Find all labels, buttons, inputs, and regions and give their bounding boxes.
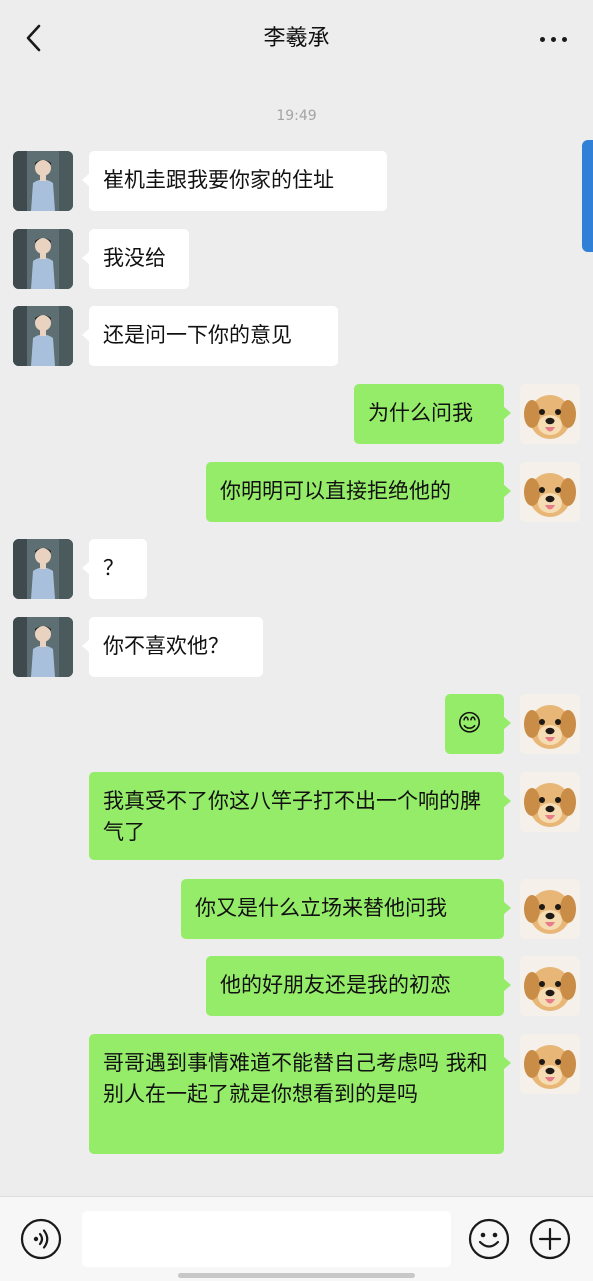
message-bubble-incoming[interactable]: 我没给 xyxy=(82,229,189,289)
dog-avatar-icon xyxy=(520,384,580,444)
message-bubble-outgoing[interactable]: 为什么问我 xyxy=(354,384,511,444)
voice-icon xyxy=(20,1218,62,1260)
my-avatar[interactable] xyxy=(520,956,580,1016)
my-avatar[interactable] xyxy=(520,462,580,522)
my-avatar[interactable] xyxy=(520,772,580,832)
top-navigation-bar: 李羲承 xyxy=(0,0,593,78)
message-timestamp: 19:49 xyxy=(276,108,317,124)
dog-avatar-icon xyxy=(520,772,580,832)
contact-avatar[interactable] xyxy=(13,229,73,289)
dog-avatar-icon xyxy=(520,1034,580,1094)
more-dot xyxy=(550,36,556,42)
contact-avatar[interactable] xyxy=(13,306,73,366)
dog-avatar-icon xyxy=(520,462,580,522)
chat-title: 李羲承 xyxy=(263,26,330,51)
my-avatar[interactable] xyxy=(520,694,580,754)
person-avatar-icon xyxy=(13,151,73,211)
voice-button[interactable] xyxy=(20,1218,62,1260)
dog-avatar-icon xyxy=(520,956,580,1016)
dog-avatar-icon xyxy=(520,694,580,754)
message-bubble-incoming[interactable]: ？ xyxy=(82,539,147,599)
message-bubble-outgoing[interactable]: 我真受不了你这八竿子打不出一个响的脾气了 xyxy=(89,772,511,860)
more-functions-button[interactable] xyxy=(529,1218,571,1260)
chat-input-bar xyxy=(0,1196,593,1281)
message-input[interactable] xyxy=(82,1211,451,1267)
floating-side-tab[interactable] xyxy=(582,140,593,252)
person-avatar-icon xyxy=(13,229,73,289)
message-bubble-outgoing[interactable]: 你又是什么立场来替他问我 xyxy=(181,879,511,939)
contact-avatar[interactable] xyxy=(13,539,73,599)
message-bubble-outgoing[interactable]: 他的好朋友还是我的初恋 xyxy=(206,956,511,1016)
person-avatar-icon xyxy=(13,617,73,677)
my-avatar[interactable] xyxy=(520,879,580,939)
message-bubble-incoming[interactable]: 还是问一下你的意见 xyxy=(82,306,338,366)
person-avatar-icon xyxy=(13,306,73,366)
home-indicator[interactable] xyxy=(178,1273,415,1278)
contact-avatar[interactable] xyxy=(13,151,73,211)
dog-avatar-icon xyxy=(520,879,580,939)
person-avatar-icon xyxy=(13,539,73,599)
contact-avatar[interactable] xyxy=(13,617,73,677)
emoji-button[interactable] xyxy=(468,1218,510,1260)
more-options-button[interactable] xyxy=(535,24,571,54)
my-avatar[interactable] xyxy=(520,384,580,444)
message-bubble-incoming[interactable]: 你不喜欢他？ xyxy=(82,617,263,677)
more-dot xyxy=(561,36,567,42)
my-avatar[interactable] xyxy=(520,1034,580,1094)
message-bubble-outgoing[interactable]: 哥哥遇到事情难道不能替自己考虑吗 我和别人在一起了就是你想看到的是吗 xyxy=(89,1034,511,1154)
message-bubble-outgoing[interactable]: 😊 xyxy=(445,694,511,754)
message-bubble-incoming[interactable]: 崔机圭跟我要你家的住址 xyxy=(82,151,387,211)
plus-icon xyxy=(529,1218,571,1260)
message-bubble-outgoing[interactable]: 你明明可以直接拒绝他的 xyxy=(206,462,511,522)
chevron-left-icon xyxy=(26,24,41,52)
more-dots-icon xyxy=(539,36,545,42)
back-button[interactable] xyxy=(14,18,54,58)
emoji-icon xyxy=(468,1218,510,1260)
